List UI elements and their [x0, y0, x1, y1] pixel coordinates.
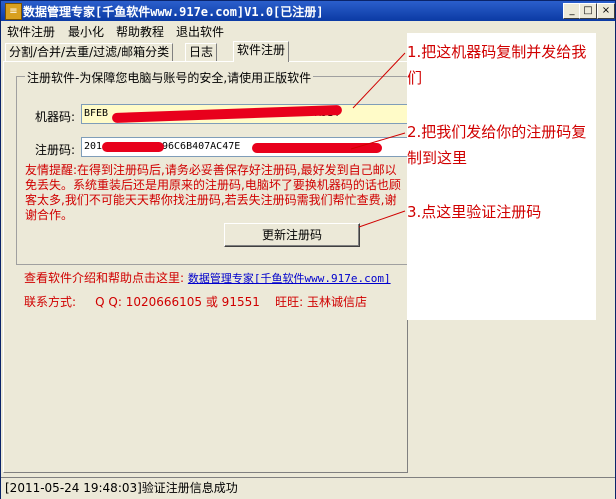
- arrow-step-2: [350, 132, 406, 150]
- annotation-arrows: [350, 52, 406, 228]
- arrow-step-1: [352, 52, 406, 109]
- status-bar: [2011-05-24 19:48:03]验证注册信息成功: [1, 477, 615, 499]
- app-window: ≡ 数据管理专家[千鱼软件www.917e.com]V1.0[已注册] _ □ …: [0, 0, 616, 499]
- status-text: [2011-05-24 19:48:03]验证注册信息成功: [5, 481, 238, 495]
- tab-register[interactable]: 软件注册: [233, 41, 290, 62]
- arrow-step-3: [358, 210, 406, 228]
